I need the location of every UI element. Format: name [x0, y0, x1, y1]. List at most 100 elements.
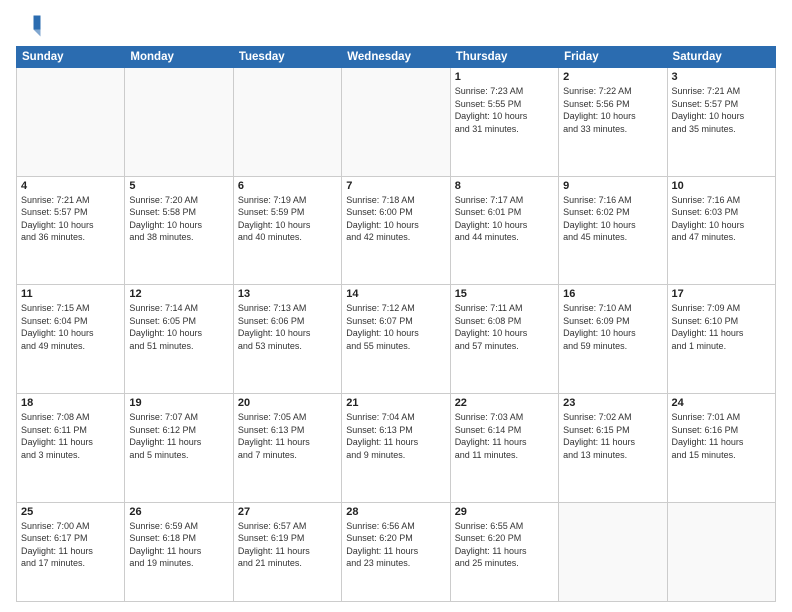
calendar-cell [17, 68, 125, 177]
day-number: 10 [672, 180, 771, 192]
calendar-cell: 5 Sunrise: 7:20 AM Sunset: 5:58 PM Daylig… [125, 176, 233, 285]
calendar-cell: 10 Sunrise: 7:16 AM Sunset: 6:03 PM Dayli… [667, 176, 775, 285]
day-info: Sunrise: 6:59 AM Sunset: 6:18 PM Dayligh… [129, 520, 228, 570]
day-number: 4 [21, 180, 120, 192]
calendar-table: SundayMondayTuesdayWednesdayThursdayFrid… [16, 46, 776, 602]
calendar-cell: 27 Sunrise: 6:57 AM Sunset: 6:19 PM Dayli… [233, 502, 341, 601]
day-number: 14 [346, 288, 445, 300]
day-info: Sunrise: 7:17 AM Sunset: 6:01 PM Dayligh… [455, 194, 554, 244]
calendar-cell [342, 68, 450, 177]
day-info: Sunrise: 7:10 AM Sunset: 6:09 PM Dayligh… [563, 302, 662, 352]
day-number: 26 [129, 506, 228, 518]
calendar-cell: 25 Sunrise: 7:00 AM Sunset: 6:17 PM Dayli… [17, 502, 125, 601]
day-number: 7 [346, 180, 445, 192]
calendar-cell: 13 Sunrise: 7:13 AM Sunset: 6:06 PM Dayli… [233, 285, 341, 394]
day-info: Sunrise: 6:57 AM Sunset: 6:19 PM Dayligh… [238, 520, 337, 570]
column-header-thursday: Thursday [450, 47, 558, 68]
day-info: Sunrise: 7:21 AM Sunset: 5:57 PM Dayligh… [672, 85, 771, 135]
column-header-saturday: Saturday [667, 47, 775, 68]
logo [16, 12, 48, 40]
calendar-page: SundayMondayTuesdayWednesdayThursdayFrid… [0, 0, 792, 612]
calendar-cell: 22 Sunrise: 7:03 AM Sunset: 6:14 PM Dayli… [450, 393, 558, 502]
calendar-cell [667, 502, 775, 601]
day-number: 29 [455, 506, 554, 518]
day-number: 2 [563, 71, 662, 83]
day-info: Sunrise: 7:21 AM Sunset: 5:57 PM Dayligh… [21, 194, 120, 244]
calendar-cell: 12 Sunrise: 7:14 AM Sunset: 6:05 PM Dayli… [125, 285, 233, 394]
day-info: Sunrise: 7:00 AM Sunset: 6:17 PM Dayligh… [21, 520, 120, 570]
calendar-cell: 6 Sunrise: 7:19 AM Sunset: 5:59 PM Daylig… [233, 176, 341, 285]
day-info: Sunrise: 7:22 AM Sunset: 5:56 PM Dayligh… [563, 85, 662, 135]
day-number: 3 [672, 71, 771, 83]
day-number: 5 [129, 180, 228, 192]
calendar-cell: 2 Sunrise: 7:22 AM Sunset: 5:56 PM Daylig… [559, 68, 667, 177]
day-number: 1 [455, 71, 554, 83]
day-number: 6 [238, 180, 337, 192]
calendar-cell [559, 502, 667, 601]
day-number: 17 [672, 288, 771, 300]
calendar-cell: 16 Sunrise: 7:10 AM Sunset: 6:09 PM Dayli… [559, 285, 667, 394]
day-info: Sunrise: 7:13 AM Sunset: 6:06 PM Dayligh… [238, 302, 337, 352]
day-number: 28 [346, 506, 445, 518]
day-info: Sunrise: 7:14 AM Sunset: 6:05 PM Dayligh… [129, 302, 228, 352]
calendar-cell: 8 Sunrise: 7:17 AM Sunset: 6:01 PM Daylig… [450, 176, 558, 285]
calendar-cell: 18 Sunrise: 7:08 AM Sunset: 6:11 PM Dayli… [17, 393, 125, 502]
day-number: 19 [129, 397, 228, 409]
day-info: Sunrise: 7:15 AM Sunset: 6:04 PM Dayligh… [21, 302, 120, 352]
day-info: Sunrise: 7:16 AM Sunset: 6:03 PM Dayligh… [672, 194, 771, 244]
calendar-cell: 19 Sunrise: 7:07 AM Sunset: 6:12 PM Dayli… [125, 393, 233, 502]
day-info: Sunrise: 7:09 AM Sunset: 6:10 PM Dayligh… [672, 302, 771, 352]
day-info: Sunrise: 6:55 AM Sunset: 6:20 PM Dayligh… [455, 520, 554, 570]
day-info: Sunrise: 7:03 AM Sunset: 6:14 PM Dayligh… [455, 411, 554, 461]
day-number: 13 [238, 288, 337, 300]
calendar-cell: 3 Sunrise: 7:21 AM Sunset: 5:57 PM Daylig… [667, 68, 775, 177]
day-number: 16 [563, 288, 662, 300]
calendar-cell: 20 Sunrise: 7:05 AM Sunset: 6:13 PM Dayli… [233, 393, 341, 502]
calendar-cell: 28 Sunrise: 6:56 AM Sunset: 6:20 PM Dayli… [342, 502, 450, 601]
day-number: 20 [238, 397, 337, 409]
calendar-cell: 7 Sunrise: 7:18 AM Sunset: 6:00 PM Daylig… [342, 176, 450, 285]
calendar-cell: 21 Sunrise: 7:04 AM Sunset: 6:13 PM Dayli… [342, 393, 450, 502]
day-number: 23 [563, 397, 662, 409]
day-number: 9 [563, 180, 662, 192]
day-info: Sunrise: 7:04 AM Sunset: 6:13 PM Dayligh… [346, 411, 445, 461]
day-info: Sunrise: 7:02 AM Sunset: 6:15 PM Dayligh… [563, 411, 662, 461]
day-info: Sunrise: 7:01 AM Sunset: 6:16 PM Dayligh… [672, 411, 771, 461]
day-number: 22 [455, 397, 554, 409]
day-number: 8 [455, 180, 554, 192]
calendar-cell: 29 Sunrise: 6:55 AM Sunset: 6:20 PM Dayli… [450, 502, 558, 601]
day-number: 24 [672, 397, 771, 409]
day-info: Sunrise: 7:23 AM Sunset: 5:55 PM Dayligh… [455, 85, 554, 135]
day-info: Sunrise: 7:11 AM Sunset: 6:08 PM Dayligh… [455, 302, 554, 352]
day-info: Sunrise: 7:12 AM Sunset: 6:07 PM Dayligh… [346, 302, 445, 352]
calendar-cell: 15Sunrise: 7:11 AM Sunset: 6:08 PM Dayli… [450, 285, 558, 394]
day-number: 25 [21, 506, 120, 518]
day-info: Sunrise: 6:56 AM Sunset: 6:20 PM Dayligh… [346, 520, 445, 570]
day-info: Sunrise: 7:16 AM Sunset: 6:02 PM Dayligh… [563, 194, 662, 244]
calendar-cell: 11 Sunrise: 7:15 AM Sunset: 6:04 PM Dayli… [17, 285, 125, 394]
column-header-wednesday: Wednesday [342, 47, 450, 68]
calendar-cell: 1 Sunrise: 7:23 AM Sunset: 5:55 PM Daylig… [450, 68, 558, 177]
column-header-monday: Monday [125, 47, 233, 68]
day-info: Sunrise: 7:19 AM Sunset: 5:59 PM Dayligh… [238, 194, 337, 244]
calendar-cell: 24 Sunrise: 7:01 AM Sunset: 6:16 PM Dayli… [667, 393, 775, 502]
day-number: 12 [129, 288, 228, 300]
day-number: 11 [21, 288, 120, 300]
calendar-cell: 14 Sunrise: 7:12 AM Sunset: 6:07 PM Dayli… [342, 285, 450, 394]
calendar-cell [233, 68, 341, 177]
day-info: Sunrise: 7:20 AM Sunset: 5:58 PM Dayligh… [129, 194, 228, 244]
calendar-cell: 4 Sunrise: 7:21 AM Sunset: 5:57 PM Daylig… [17, 176, 125, 285]
calendar-cell: 9 Sunrise: 7:16 AM Sunset: 6:02 PM Daylig… [559, 176, 667, 285]
calendar-cell: 17 Sunrise: 7:09 AM Sunset: 6:10 PM Dayli… [667, 285, 775, 394]
day-info: Sunrise: 7:05 AM Sunset: 6:13 PM Dayligh… [238, 411, 337, 461]
day-number: 18 [21, 397, 120, 409]
column-header-sunday: Sunday [17, 47, 125, 68]
day-info: Sunrise: 7:08 AM Sunset: 6:11 PM Dayligh… [21, 411, 120, 461]
day-info: Sunrise: 7:18 AM Sunset: 6:00 PM Dayligh… [346, 194, 445, 244]
day-number: 21 [346, 397, 445, 409]
day-number: 27 [238, 506, 337, 518]
column-header-friday: Friday [559, 47, 667, 68]
day-info: Sunrise: 7:07 AM Sunset: 6:12 PM Dayligh… [129, 411, 228, 461]
calendar-cell: 23 Sunrise: 7:02 AM Sunset: 6:15 PM Dayli… [559, 393, 667, 502]
calendar-cell [125, 68, 233, 177]
